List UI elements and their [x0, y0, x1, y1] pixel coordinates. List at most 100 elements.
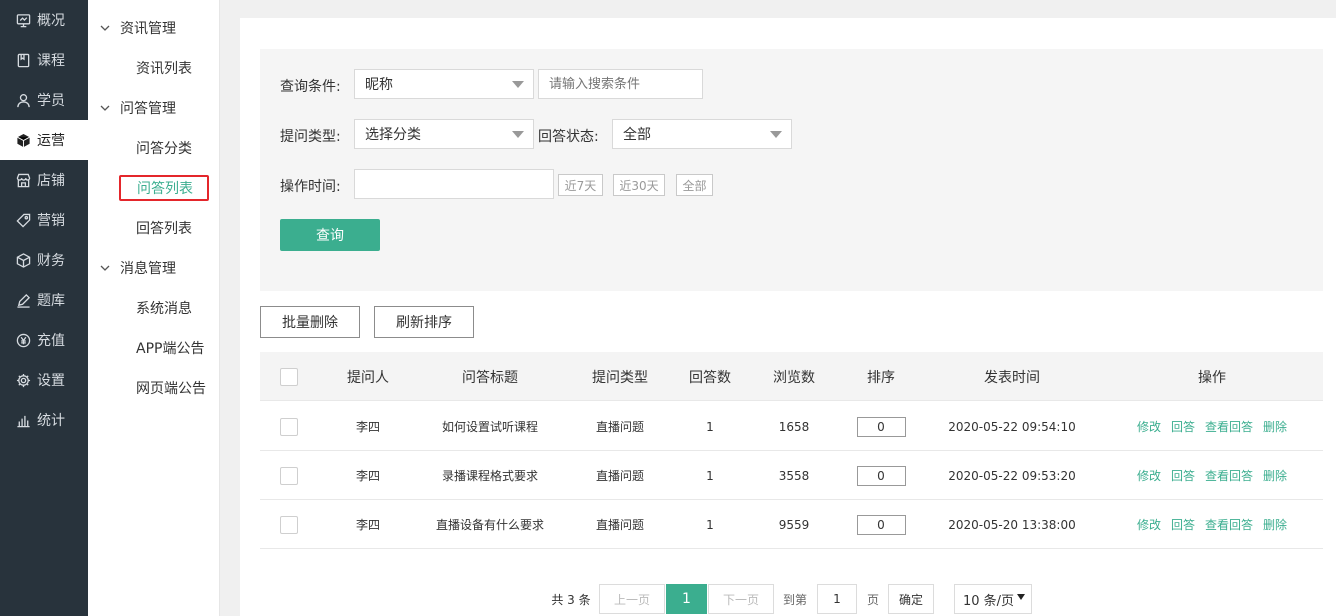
- select-all-checkbox[interactable]: [280, 367, 298, 386]
- sidebar-item-course[interactable]: 课程: [0, 40, 88, 80]
- view-answers-link[interactable]: 查看回答: [1205, 467, 1253, 484]
- cell-type: 直播问题: [595, 469, 644, 483]
- page-size-select[interactable]: 10 条/页: [954, 584, 1032, 614]
- total-count: 共 3 条: [551, 592, 591, 607]
- query-condition-select[interactable]: 昵称: [354, 69, 534, 99]
- view-answers-link[interactable]: 查看回答: [1205, 418, 1253, 435]
- answer-link[interactable]: 回答: [1171, 516, 1195, 533]
- yen-icon: [15, 332, 31, 348]
- row-checkbox[interactable]: [280, 417, 298, 436]
- query-condition-label: 查询条件:: [280, 79, 341, 95]
- sidebar-item-operations[interactable]: 运营: [0, 120, 88, 160]
- sidebar-item-question-bank[interactable]: 题库: [0, 280, 88, 320]
- sort-input[interactable]: 0: [856, 416, 906, 437]
- delete-link[interactable]: 删除: [1263, 516, 1287, 533]
- sidebar-item-finance[interactable]: 财务: [0, 240, 88, 280]
- sidebar-item-statistics[interactable]: 统计: [0, 400, 88, 440]
- submenu-item-system-messages[interactable]: 系统消息: [88, 288, 220, 328]
- cell-sort: 0: [840, 500, 922, 549]
- delete-link[interactable]: 删除: [1263, 418, 1287, 435]
- view-answers-link[interactable]: 查看回答: [1205, 516, 1253, 533]
- header-title: 问答标题: [462, 369, 518, 386]
- refresh-sort-button[interactable]: 刷新排序: [374, 306, 474, 338]
- delete-link[interactable]: 删除: [1263, 467, 1287, 484]
- operation-time-input[interactable]: [354, 169, 554, 199]
- sort-input[interactable]: 0: [856, 514, 906, 535]
- sidebar-item-settings[interactable]: 设置: [0, 360, 88, 400]
- last-7-days-button[interactable]: 近7天: [558, 174, 603, 196]
- all-time-button[interactable]: 全部: [676, 174, 713, 196]
- sidebar-item-marketing[interactable]: 营销: [0, 200, 88, 240]
- search-button[interactable]: 查询: [280, 219, 380, 251]
- submenu-group-qa[interactable]: 问答管理: [88, 88, 220, 128]
- sort-input[interactable]: 0: [856, 465, 906, 486]
- cell-sort: 0: [840, 451, 922, 500]
- submenu-item-qa-list[interactable]: 问答列表: [88, 168, 220, 208]
- question-type-select[interactable]: 选择分类: [354, 119, 534, 149]
- cell-title: 如何设置试听课程: [441, 420, 538, 434]
- submenu-item-answer-list[interactable]: 回答列表: [88, 208, 220, 248]
- last-30-days-button[interactable]: 近30天: [613, 174, 665, 196]
- sidebar-item-label: 充值: [37, 333, 65, 349]
- submenu-item-web-notice[interactable]: 网页端公告: [88, 368, 220, 408]
- sidebar-item-label: 营销: [37, 213, 65, 229]
- edit-link[interactable]: 修改: [1137, 467, 1161, 484]
- monitor-icon: [15, 12, 31, 28]
- batch-delete-button[interactable]: 批量删除: [260, 306, 360, 338]
- row-select-cell: [280, 500, 298, 549]
- row-checkbox[interactable]: [280, 466, 298, 485]
- goto-confirm-button[interactable]: 确定: [888, 584, 934, 614]
- sidebar-item-label: 设置: [37, 373, 65, 389]
- submenu-group-messages[interactable]: 消息管理: [88, 248, 220, 288]
- pencil-icon: [15, 292, 31, 308]
- header-time: 发表时间: [984, 369, 1040, 386]
- page-size-value: 10 条/页: [963, 593, 1015, 609]
- sidebar-item-recharge[interactable]: 充值: [0, 320, 88, 360]
- sidebar-item-label: 店铺: [37, 173, 65, 189]
- table-row: 李四 直播设备有什么要求 直播问题 1 9559 0 2020-05-20 13…: [260, 500, 1323, 549]
- main-panel: 查询条件: 昵称 提问类型: 选择分类 回答状态: 全部 操作时间: 近7天 近…: [240, 18, 1336, 616]
- header-answers: 回答数: [689, 369, 731, 386]
- goto-label: 到第: [782, 592, 807, 607]
- submenu-item-label: 资讯列表: [136, 61, 192, 77]
- submenu-item-label: 系统消息: [136, 301, 192, 317]
- cell-views: 1658: [778, 419, 810, 434]
- next-page-button[interactable]: 下一页: [708, 584, 774, 614]
- sidebar-item-student[interactable]: 学员: [0, 80, 88, 120]
- submenu-item-qa-category[interactable]: 问答分类: [88, 128, 220, 168]
- current-page-button[interactable]: 1: [666, 584, 707, 614]
- header-type: 提问类型: [592, 369, 648, 386]
- submenu-item-label: APP端公告: [136, 341, 205, 357]
- caret-down-icon: [512, 131, 524, 138]
- header-asker: 提问人: [347, 369, 389, 386]
- cell-asker: 李四: [355, 469, 380, 483]
- user-icon: [15, 92, 31, 108]
- page-unit-label: 页: [866, 592, 879, 607]
- submenu-item-app-notice[interactable]: APP端公告: [88, 328, 220, 368]
- submenu-item-label: 回答列表: [136, 221, 192, 237]
- sidebar-item-overview[interactable]: 概况: [0, 0, 88, 40]
- cell-type: 直播问题: [595, 518, 644, 532]
- row-checkbox[interactable]: [280, 515, 298, 534]
- chevron-down-icon: [100, 103, 110, 113]
- cell-answers: 1: [706, 517, 714, 532]
- store-icon: [15, 172, 31, 188]
- submenu-group-news[interactable]: 资讯管理: [88, 8, 220, 48]
- search-input[interactable]: [538, 69, 703, 99]
- cell-answers: 1: [706, 419, 714, 434]
- edit-link[interactable]: 修改: [1137, 418, 1161, 435]
- answer-link[interactable]: 回答: [1171, 467, 1195, 484]
- sidebar-item-store[interactable]: 店铺: [0, 160, 88, 200]
- cell-type: 直播问题: [595, 420, 644, 434]
- submenu-group-label: 资讯管理: [120, 21, 176, 37]
- prev-page-button[interactable]: 上一页: [599, 584, 665, 614]
- goto-page-input[interactable]: 1: [817, 584, 857, 614]
- answer-status-select[interactable]: 全部: [612, 119, 792, 149]
- submenu-item-news-list[interactable]: 资讯列表: [88, 48, 220, 88]
- answer-link[interactable]: 回答: [1171, 418, 1195, 435]
- row-select-cell: [280, 451, 298, 500]
- caret-down-icon: [1017, 594, 1025, 600]
- cell-time: 2020-05-22 09:54:10: [948, 419, 1076, 434]
- edit-link[interactable]: 修改: [1137, 516, 1161, 533]
- caret-down-icon: [770, 131, 782, 138]
